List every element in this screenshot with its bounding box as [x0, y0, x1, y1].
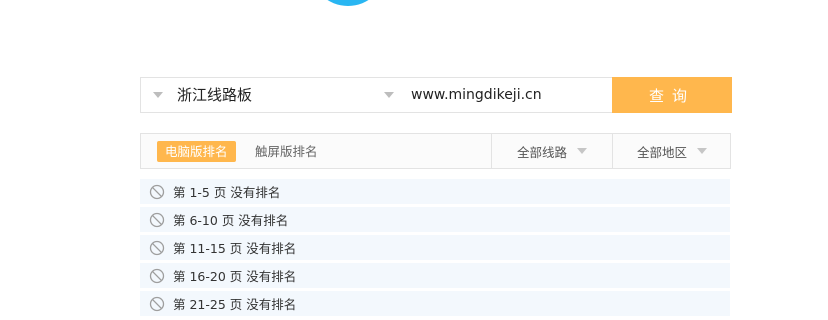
result-list: 第 1-5 页 没有排名 第 6-10 页 没有排名 第 11-15 页 没有排…: [140, 179, 730, 319]
search-bar: 浙江线路板 www.mingdikeji.cn 查询: [140, 77, 732, 113]
list-item: 第 11-15 页 没有排名: [140, 235, 730, 260]
keyword-input[interactable]: 浙江线路板: [177, 78, 252, 112]
tab-pc-ranking[interactable]: 电脑版排名: [157, 141, 236, 162]
area-select[interactable]: 全部地区: [612, 134, 731, 168]
keyword-dropdown-toggle[interactable]: [143, 78, 173, 112]
result-text: 第 21-25 页 没有排名: [173, 297, 297, 312]
tab-touch-ranking[interactable]: 触屏版排名: [255, 141, 318, 162]
chevron-down-icon: [153, 92, 163, 98]
list-item: 第 6-10 页 没有排名: [140, 207, 730, 232]
line-select-label: 全部线路: [516, 144, 567, 160]
site-input[interactable]: www.mingdikeji.cn: [411, 78, 542, 112]
list-item: 第 16-20 页 没有排名: [140, 263, 730, 288]
list-item: 第 21-25 页 没有排名: [140, 291, 730, 316]
query-button[interactable]: 查询: [612, 77, 732, 113]
chevron-down-icon: [577, 148, 587, 154]
result-text: 第 6-10 页 没有排名: [173, 213, 289, 228]
no-entry-icon: [149, 212, 165, 227]
list-item: 第 1-5 页 没有排名: [140, 179, 730, 204]
no-entry-icon: [149, 296, 165, 311]
no-entry-icon: [149, 240, 165, 255]
filter-bar: 电脑版排名 触屏版排名 全部线路 全部地区: [140, 133, 731, 169]
chevron-down-icon: [384, 92, 394, 98]
result-text: 第 1-5 页 没有排名: [173, 185, 281, 200]
site-dropdown-toggle[interactable]: [374, 78, 404, 112]
result-text: 第 16-20 页 没有排名: [173, 269, 297, 284]
area-select-label: 全部地区: [636, 144, 687, 160]
no-entry-icon: [149, 268, 165, 283]
logo: [310, 0, 386, 6]
no-entry-icon: [149, 184, 165, 199]
result-text: 第 11-15 页 没有排名: [173, 241, 297, 256]
line-select[interactable]: 全部线路: [491, 134, 612, 168]
chevron-down-icon: [697, 148, 707, 154]
